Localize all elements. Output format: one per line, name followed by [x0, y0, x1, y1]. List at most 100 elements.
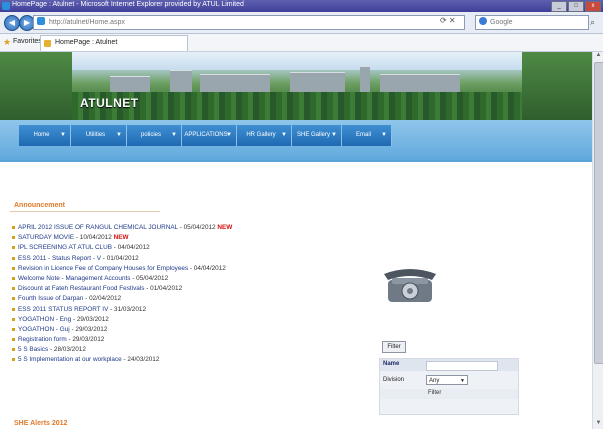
page-favicon-icon: [37, 17, 45, 25]
announcement-item[interactable]: SATURDAY MOVIE - 10/04/2012 NEW: [12, 233, 372, 243]
announcement-link[interactable]: SATURDAY MOVIE: [18, 234, 74, 241]
search-input[interactable]: Google: [475, 15, 589, 30]
announcement-divider: [10, 211, 160, 212]
announcement-date: 05/04/2012: [183, 224, 216, 231]
site-banner: ATULNET: [0, 52, 592, 120]
bullet-icon: [12, 338, 15, 342]
announcement-list: APRIL 2012 ISSUE OF RANGUL CHEMICAL JOUR…: [12, 223, 372, 366]
nav-policies[interactable]: policies ▼: [127, 125, 182, 146]
bullet-icon: [12, 236, 15, 240]
division-select[interactable]: Any ▼: [426, 375, 468, 385]
bullet-icon: [12, 297, 15, 301]
announcement-date: 01/04/2012: [106, 254, 139, 262]
bullet-icon: [12, 358, 15, 362]
filter-button[interactable]: Filter: [382, 341, 406, 353]
announcement-date: 31/03/2012: [114, 305, 147, 313]
announcement-link[interactable]: APRIL 2012 ISSUE OF RANGUL CHEMICAL JOUR…: [18, 224, 178, 231]
announcement-date: 05/04/2012: [136, 274, 169, 282]
announcement-item[interactable]: APRIL 2012 ISSUE OF RANGUL CHEMICAL JOUR…: [12, 223, 372, 233]
announcement-heading: Announcement: [14, 202, 65, 209]
close-button[interactable]: x: [585, 1, 601, 12]
announcement-link[interactable]: ESS 2011 STATUS REPORT IV: [18, 306, 108, 313]
nav-hr-gallery[interactable]: HR Gallery ▼: [237, 125, 292, 146]
back-button[interactable]: ◀: [4, 15, 20, 31]
tab-title: HomePage : Atulnet: [55, 39, 118, 46]
page-content: ATULNET Home ▼ Utilities ▼ policies ▼ APPLI…: [0, 52, 592, 429]
address-bar[interactable]: http://atulnet/Home.aspx: [33, 15, 465, 30]
announcement-date: 29/03/2012: [72, 336, 105, 344]
bullet-icon: [12, 287, 15, 291]
browser-toolbar: ◀ ▶ http://atulnet/Home.aspx ⟳ ✕ Google …: [0, 12, 603, 34]
new-badge: NEW: [217, 224, 233, 231]
bullet-icon: [12, 246, 15, 250]
site-nav: Home ▼ Utilities ▼ policies ▼ APPLICATIONS ▼…: [0, 120, 592, 162]
filter-link[interactable]: Filter: [428, 390, 441, 396]
announcement-item[interactable]: IPL SCREENING AT ATUL CLUB - 04/04/2012: [12, 243, 372, 253]
bullet-icon: [12, 317, 15, 321]
bullet-icon: [12, 266, 15, 270]
she-alerts-heading: SHE Alerts 2012: [14, 420, 68, 427]
announcement-item[interactable]: YOGATHON - Eng - 29/03/2012: [12, 315, 372, 325]
nav-utilities[interactable]: Utilities ▼: [71, 125, 127, 146]
maximize-button[interactable]: □: [568, 1, 584, 12]
announcement-item[interactable]: 5 S Implementation at our workplace - 24…: [12, 355, 372, 365]
refresh-icon[interactable]: ⟳ ✕: [440, 16, 456, 25]
announcement-link[interactable]: 5 S Basics: [18, 346, 48, 353]
announcement-date: 04/04/2012: [117, 244, 150, 252]
announcement-item[interactable]: YOGATHON - Guj - 29/03/2012: [12, 325, 372, 335]
address-url: http://atulnet/Home.aspx: [49, 19, 125, 26]
tab-favicon-icon: [44, 40, 51, 47]
bullet-icon: [12, 327, 15, 331]
nav-email[interactable]: Email ▼: [342, 125, 392, 146]
announcement-date: 10/04/2012: [79, 234, 112, 242]
nav-home[interactable]: Home ▼: [19, 125, 71, 146]
announcement-item[interactable]: Welcome Note - Management Accounts - 05/…: [12, 274, 372, 284]
bullet-icon: [12, 307, 15, 311]
announcement-link[interactable]: Revision in Licence Fee of Company House…: [18, 265, 188, 272]
announcement-date: 01/04/2012: [150, 285, 183, 293]
announcement-link[interactable]: Welcome Note - Management Accounts: [18, 275, 130, 282]
site-logo[interactable]: ATULNET: [80, 96, 139, 110]
announcement-link[interactable]: 5 S Implementation at our workplace: [18, 356, 122, 363]
announcement-link[interactable]: Discount at Fateh Restaurant Food Festiv…: [18, 285, 144, 292]
scroll-thumb[interactable]: [594, 62, 603, 364]
announcement-link[interactable]: Fourth Issue of Darpan: [18, 295, 83, 302]
browser-tab[interactable]: HomePage : Atulnet: [40, 35, 188, 51]
window-titlebar: HomePage : Atulnet - Microsoft Internet …: [0, 0, 603, 12]
announcement-link[interactable]: IPL SCREENING AT ATUL CLUB: [18, 244, 112, 251]
scroll-down-icon[interactable]: ▼: [594, 420, 603, 429]
minimize-button[interactable]: _: [551, 1, 567, 12]
new-badge: NEW: [113, 234, 129, 242]
search-placeholder: Google: [490, 19, 513, 26]
announcement-date: 04/04/2012: [193, 264, 226, 272]
division-label: Division: [383, 377, 405, 383]
search-icon[interactable]: ⌕: [590, 17, 595, 28]
announcement-item[interactable]: ESS 2011 - Status Report - V - 01/04/201…: [12, 254, 372, 264]
announcement-item[interactable]: 5 S Basics - 28/03/2012: [12, 345, 372, 355]
page-scrollbar[interactable]: ▲ ▼: [592, 52, 603, 429]
nav-applications[interactable]: APPLICATIONS ▼: [182, 125, 237, 146]
scroll-up-icon[interactable]: ▲: [594, 52, 603, 61]
announcement-link[interactable]: YOGATHON - Guj: [18, 326, 70, 333]
announcement-date: 02/04/2012: [89, 295, 122, 303]
announcement-item[interactable]: Discount at Fateh Restaurant Food Festiv…: [12, 284, 372, 294]
name-label: Name: [383, 361, 400, 367]
announcement-link[interactable]: Registration form: [18, 336, 67, 343]
announcement-link[interactable]: ESS 2011 - Status Report - V: [18, 255, 101, 262]
search-provider-icon: [479, 17, 487, 25]
announcement-date: 29/03/2012: [76, 315, 109, 323]
announcement-item[interactable]: Fourth Issue of Darpan - 02/04/2012: [12, 294, 372, 304]
favorites-bar: ★ Favorites HomePage : Atulnet: [0, 34, 603, 52]
announcement-item[interactable]: Revision in Licence Fee of Company House…: [12, 264, 372, 274]
favorites-button[interactable]: Favorites: [13, 38, 42, 45]
announcement-link[interactable]: YOGATHON - Eng: [18, 316, 71, 323]
announcement-item[interactable]: Registration form - 29/03/2012: [12, 335, 372, 345]
ie-app-icon: [2, 2, 10, 10]
chevron-down-icon: ▼: [460, 378, 465, 384]
announcement-item[interactable]: ESS 2011 STATUS REPORT IV - 31/03/2012: [12, 305, 372, 315]
name-input[interactable]: [426, 361, 498, 371]
announcement-date: 29/03/2012: [75, 325, 108, 333]
bullet-icon: [12, 276, 15, 280]
favorites-star-icon[interactable]: ★: [3, 37, 11, 48]
nav-she-gallery[interactable]: SHE Gallery ▼: [292, 125, 342, 146]
